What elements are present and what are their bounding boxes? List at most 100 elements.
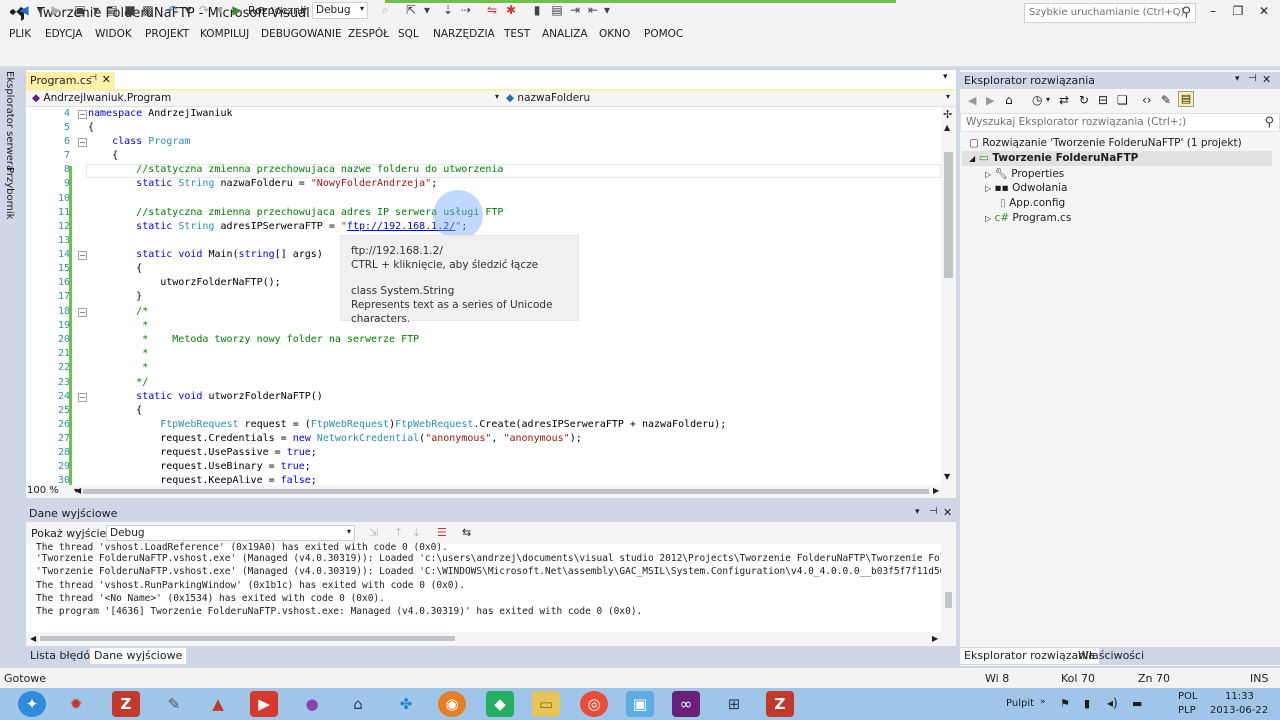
pending-changes-icon[interactable]: ◷	[1032, 93, 1042, 107]
pin-icon[interactable]: ⊣	[1248, 73, 1257, 84]
panel-menu-icon[interactable]: ▾	[1235, 74, 1240, 84]
output-source-select[interactable]: Debug ▾	[106, 525, 355, 541]
menu-team[interactable]: ZESPÓŁ	[348, 28, 389, 40]
find-icon[interactable]: ⌕	[378, 2, 392, 19]
tree-item-solution[interactable]: ▢ Rozwiązanie 'Tworzenie FolderuNaFTP' (…	[969, 137, 1242, 149]
scroll-up-icon[interactable]: ▲	[944, 123, 950, 132]
save-all-icon[interactable]: ▩	[140, 2, 156, 19]
split-icon[interactable]: ✢	[943, 108, 952, 121]
computer-app-icon[interactable]: ▣	[626, 691, 654, 717]
close-tab-icon[interactable]: ✕	[102, 73, 111, 86]
start-dropdown-icon[interactable]: ▾	[299, 2, 309, 19]
new-dropdown-icon[interactable]: ▾	[90, 2, 102, 19]
refresh-icon[interactable]: ↻	[1079, 93, 1089, 107]
indent-icon[interactable]: ⇥	[568, 2, 582, 19]
flag-icon[interactable]: ⚑	[1060, 697, 1070, 710]
language-indicator-bottom[interactable]: PLP	[1178, 705, 1196, 716]
filezilla-icon[interactable]: Z	[766, 691, 794, 717]
member-selector[interactable]: ◆ nazwaFolderu	[502, 91, 594, 106]
output-vertical-scrollbar[interactable]	[941, 544, 956, 632]
chevron-down-icon[interactable]: ▾	[946, 92, 950, 101]
scroll-left-icon[interactable]: ◀	[75, 486, 81, 495]
chrome-icon[interactable]: ◎	[580, 691, 608, 717]
remote-desktop-icon[interactable]: ⊞	[720, 691, 748, 717]
redo-icon[interactable]: ↷	[196, 2, 212, 19]
messenger-app-icon[interactable]: ●	[298, 691, 326, 717]
scroll-thumb[interactable]	[945, 592, 952, 608]
pin-icon[interactable]: ⊣	[929, 506, 938, 517]
pin-icon[interactable]: ⊣	[89, 73, 97, 83]
uncomment-icon[interactable]: ▤	[550, 2, 564, 19]
view-code-icon[interactable]: ‹›	[1142, 93, 1152, 107]
pdf-app-icon[interactable]: ▲	[204, 691, 232, 717]
toolbox-tab[interactable]: Przybornik	[4, 167, 15, 219]
server-explorer-tab[interactable]: Eksplorator serwera	[4, 71, 15, 171]
redo-dropdown-icon[interactable]: ▾	[214, 2, 226, 19]
menu-debug[interactable]: DEBUGOWANIE	[261, 28, 342, 40]
visual-studio-icon[interactable]: ∞	[672, 691, 700, 717]
collapse-all-icon[interactable]: ⊟	[1098, 93, 1108, 107]
desktop-toolbar-label[interactable]: Pulpit	[1006, 698, 1034, 709]
green-app-icon[interactable]: ◆	[486, 691, 514, 717]
new-project-icon[interactable]: ▣	[72, 2, 88, 19]
undo-icon[interactable]: ↶	[164, 2, 180, 19]
quick-launch-input[interactable]: Szybkie uruchamianie (Ctrl+Q) ⚲	[1024, 3, 1196, 23]
tab-program-cs[interactable]: Program.cs ⊣ ✕	[26, 72, 115, 89]
panel-menu-icon[interactable]: ▾	[915, 507, 920, 517]
go-to-location-icon[interactable]: ⇲	[369, 526, 378, 539]
show-hidden-icons-icon[interactable]: »	[1040, 697, 1046, 707]
tree-item-project[interactable]: ◢ ▭ Tworzenie FolderuNaFTP	[969, 152, 1138, 164]
battery-icon[interactable]: ▬	[1132, 697, 1142, 710]
sync-icon[interactable]: ⇄	[1059, 93, 1069, 107]
tab-output[interactable]: Dane wyjściowe	[90, 648, 187, 664]
step-over-icon[interactable]: ⇢	[459, 2, 473, 19]
tab-properties[interactable]: Właściwości	[1074, 648, 1148, 664]
language-indicator-top[interactable]: POL	[1178, 691, 1197, 702]
menu-tools[interactable]: NARZĘDZIA	[433, 28, 495, 40]
forward-icon[interactable]: ▶	[48, 2, 64, 19]
tree-item-app-config[interactable]: ▯ App.config	[1000, 197, 1065, 209]
open-file-icon[interactable]: ▤	[104, 2, 120, 19]
menu-help[interactable]: POMOC	[644, 28, 683, 40]
menu-view[interactable]: WIDOK	[95, 28, 132, 40]
step-into-icon[interactable]: ⇣	[441, 2, 455, 19]
horizontal-scroll-thumb[interactable]	[40, 636, 455, 641]
menu-sql[interactable]: SQL	[398, 28, 419, 40]
scroll-left-icon[interactable]: ◀	[30, 634, 36, 643]
back-icon[interactable]: ◀	[968, 94, 976, 107]
chevron-down-icon[interactable]: ▾	[1046, 95, 1050, 104]
collapse-icon[interactable]: −	[78, 138, 87, 147]
solution-search-input[interactable]: Wyszukaj Eksplorator rozwiązania (Ctrl+;…	[960, 113, 1280, 132]
clear-bookmarks-icon[interactable]: ✱	[504, 2, 518, 19]
previous-message-icon[interactable]: ⇡	[394, 526, 403, 539]
start-icon[interactable]: ▶	[230, 2, 244, 19]
collapse-icon[interactable]: −	[78, 251, 87, 260]
horizontal-scroll-thumb[interactable]	[83, 489, 929, 494]
clock-date[interactable]: 2013-06-22	[1210, 705, 1268, 716]
forward-icon[interactable]: ▶	[986, 94, 994, 107]
network-app-icon[interactable]: ⌂	[344, 691, 372, 717]
save-icon[interactable]: ■	[122, 2, 138, 19]
undo-dropdown-icon[interactable]: ▾	[182, 2, 194, 19]
speaker-icon[interactable]: ◂)	[1107, 696, 1118, 710]
tree-item-program-cs[interactable]: ▷ c# Program.cs	[985, 212, 1071, 224]
globe-app-icon[interactable]: ✤	[392, 691, 420, 717]
word-wrap-icon[interactable]: ⇆	[462, 526, 471, 539]
comment-icon[interactable]: ▮	[530, 2, 544, 19]
menu-test[interactable]: TEST	[504, 28, 530, 40]
clear-all-icon[interactable]: ☰	[437, 526, 447, 539]
collapse-icon[interactable]: −	[78, 308, 87, 317]
properties-icon[interactable]: ✎	[1161, 93, 1171, 107]
scroll-down-icon[interactable]: ▼	[944, 472, 950, 481]
toolbar-overflow-icon[interactable]: ▾	[602, 2, 612, 19]
menu-build[interactable]: KOMPILUJ	[200, 28, 249, 40]
tool-app-icon[interactable]: ✎	[160, 691, 188, 717]
minimize-button[interactable]: –	[1203, 4, 1223, 22]
back-dropdown-icon[interactable]: ▾	[34, 2, 46, 19]
menu-edit[interactable]: EDYCJA	[45, 28, 82, 40]
zoom-select[interactable]: 100 % ▾	[27, 485, 78, 496]
next-message-icon[interactable]: ⇣	[412, 526, 421, 539]
attach-icon[interactable]: ⇱	[403, 2, 419, 19]
solution-configuration-select[interactable]: Debug ▾	[312, 2, 368, 19]
start-orb-icon[interactable]: ✦	[18, 691, 46, 717]
